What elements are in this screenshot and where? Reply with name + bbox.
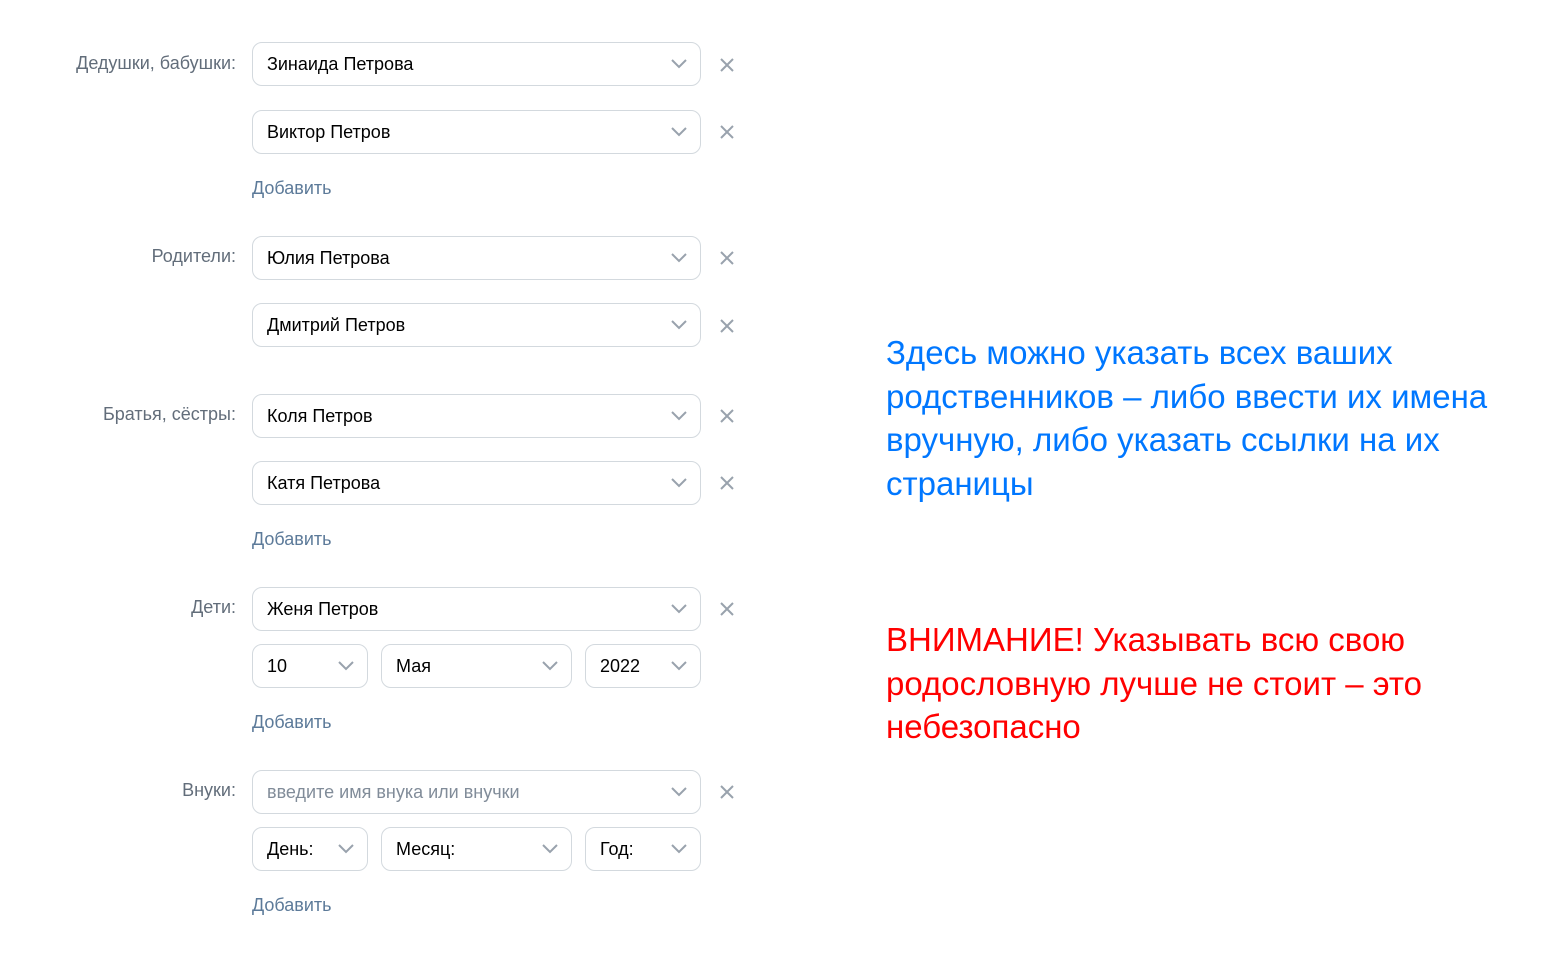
grandparents-label: Дедушки, бабушки: (76, 53, 236, 73)
grandchild-birth-month-select[interactable]: Месяц: (381, 827, 572, 871)
chevron-down-icon (664, 42, 694, 86)
parent-name-2: Дмитрий Петров (267, 314, 406, 335)
parent-select-1[interactable]: Юлия Петрова (252, 236, 701, 280)
child-select-1[interactable]: Женя Петров (252, 587, 701, 631)
grandchild-birth-year-select[interactable]: Год: (585, 827, 701, 871)
children-label: Дети: (191, 597, 236, 617)
chevron-down-icon (664, 110, 694, 154)
info-note: Здесь можно указать всех ваших родственн… (886, 334, 1488, 502)
parent-name-1: Юлия Петрова (267, 247, 390, 268)
remove-parent-2-close-icon[interactable] (715, 314, 739, 338)
child-birth-year-select[interactable]: 2022 (585, 644, 701, 688)
remove-sibling-1-close-icon[interactable] (715, 404, 739, 428)
siblings-label: Братья, сёстры: (102, 404, 236, 424)
chevron-down-icon (664, 827, 694, 871)
child-birth-month: Мая (396, 655, 431, 676)
sibling-select-2[interactable]: Катя Петрова (252, 461, 701, 505)
sibling-select-1[interactable]: Коля Петров (252, 394, 701, 438)
add-grandchild-link[interactable]: Добавить (252, 895, 332, 916)
grandchild-birth-day: День: (267, 838, 314, 859)
chevron-down-icon (664, 303, 694, 347)
sibling-name-2: Катя Петрова (267, 472, 381, 493)
child-birth-month-select[interactable]: Мая (381, 644, 572, 688)
grandchild-birth-month: Месяц: (396, 838, 456, 859)
add-grandparent-link[interactable]: Добавить (252, 178, 332, 199)
chevron-down-icon (664, 461, 694, 505)
grandchild-birth-day-select[interactable]: День: (252, 827, 368, 871)
remove-child-1-close-icon[interactable] (715, 597, 739, 621)
child-name-1: Женя Петров (267, 598, 379, 619)
grandparent-name-2: Виктор Петров (267, 121, 391, 142)
grandparent-name-1: Зинаида Петрова (267, 53, 414, 74)
remove-grandparent-2-close-icon[interactable] (715, 120, 739, 144)
remove-sibling-2-close-icon[interactable] (715, 471, 739, 495)
chevron-down-icon (535, 644, 565, 688)
child-birth-day-select[interactable]: 10 (252, 644, 368, 688)
grandchild-name-placeholder: введите имя внука или внучки (267, 781, 520, 802)
add-sibling-link[interactable]: Добавить (252, 529, 332, 550)
chevron-down-icon (664, 236, 694, 280)
grandparent-select-2[interactable]: Виктор Петров (252, 110, 701, 154)
chevron-down-icon (535, 827, 565, 871)
grandchildren-label: Внуки: (182, 780, 236, 800)
grandchild-select[interactable]: введите имя внука или внучки (252, 770, 701, 814)
chevron-down-icon (664, 644, 694, 688)
chevron-down-icon (331, 644, 361, 688)
remove-grandchild-close-icon[interactable] (715, 780, 739, 804)
remove-parent-1-close-icon[interactable] (715, 246, 739, 270)
chevron-down-icon (664, 770, 694, 814)
remove-grandparent-1-close-icon[interactable] (715, 53, 739, 77)
parent-select-2[interactable]: Дмитрий Петров (252, 303, 701, 347)
grandchild-birth-year: Год: (600, 838, 634, 859)
sibling-name-1: Коля Петров (267, 405, 373, 426)
warning-note: ВНИМАНИЕ! Указывать всю свою родословную… (886, 621, 1422, 745)
chevron-down-icon (664, 587, 694, 631)
child-birth-day: 10 (267, 655, 288, 676)
chevron-down-icon (664, 394, 694, 438)
grandparent-select-1[interactable]: Зинаида Петрова (252, 42, 701, 86)
chevron-down-icon (331, 827, 361, 871)
parents-label: Родители: (151, 246, 236, 266)
add-child-link[interactable]: Добавить (252, 712, 332, 733)
child-birth-year: 2022 (600, 655, 641, 676)
